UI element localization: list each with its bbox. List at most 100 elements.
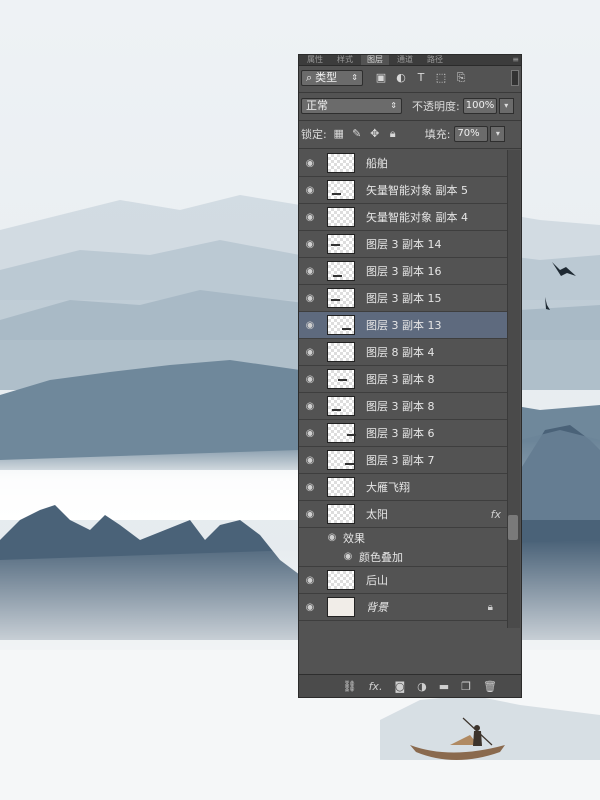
layer-name[interactable]: 矢量智能对象 副本 5: [366, 182, 468, 198]
eye-icon[interactable]: ◉: [299, 455, 321, 466]
eye-icon[interactable]: ◉: [299, 239, 321, 250]
layer-thumbnail: [327, 342, 355, 362]
layer-row[interactable]: ◉ 图层 3 副本 13: [299, 312, 507, 339]
layer-row[interactable]: ◉ 图层 3 副本 14: [299, 231, 507, 258]
layer-row[interactable]: ◉ 图层 3 副本 16: [299, 258, 507, 285]
shape-filter-icon[interactable]: ⬚: [435, 72, 447, 84]
effect-item-row[interactable]: ◉ 颜色叠加: [299, 547, 507, 567]
layer-name[interactable]: 图层 3 副本 8: [366, 371, 435, 387]
smart-object-filter-icon[interactable]: ⎘: [455, 72, 467, 84]
filter-icons: ▣ ◐ T ⬚ ⎘: [375, 72, 467, 84]
layer-row[interactable]: ◉ 大雁飞翔: [299, 474, 507, 501]
opacity-input[interactable]: 100%: [462, 98, 497, 114]
eye-icon[interactable]: ◉: [299, 320, 321, 331]
trash-icon[interactable]: 🗑︎: [483, 680, 497, 693]
filter-toggle[interactable]: [511, 70, 519, 86]
search-icon: ⌕: [306, 71, 313, 84]
layer-name[interactable]: 图层 3 副本 7: [366, 452, 435, 468]
tab-properties[interactable]: 属性: [301, 55, 329, 65]
layer-name[interactable]: 图层 8 副本 4: [366, 344, 435, 360]
eye-icon[interactable]: ◉: [299, 602, 321, 613]
layer-thumbnail: [327, 207, 355, 227]
layer-row[interactable]: ◉ 图层 8 副本 4: [299, 339, 507, 366]
lock-row: 锁定: ▦ ✎ ✥ 🔒︎ 填充: 70% ▾: [301, 123, 519, 145]
layer-name[interactable]: 图层 3 副本 8: [366, 398, 435, 414]
eye-icon[interactable]: ◉: [299, 293, 321, 304]
lock-position-icon[interactable]: ✥: [369, 128, 381, 140]
effects-label: 效果: [343, 531, 365, 545]
layer-row[interactable]: ◉ 矢量智能对象 副本 4: [299, 204, 507, 231]
layer-name[interactable]: 图层 3 副本 15: [366, 290, 442, 306]
color-overlay-label: 颜色叠加: [359, 550, 403, 564]
new-layer-icon[interactable]: ❐: [461, 680, 471, 693]
eye-icon[interactable]: ◉: [299, 482, 321, 493]
layer-row[interactable]: ◉ 后山: [299, 567, 507, 594]
pixel-filter-icon[interactable]: ▣: [375, 72, 387, 84]
layer-thumbnail: [327, 234, 355, 254]
layer-name[interactable]: 图层 3 副本 16: [366, 263, 442, 279]
link-layers-icon[interactable]: ⛓: [343, 680, 357, 693]
adjustment-filter-icon[interactable]: ◐: [395, 72, 407, 84]
layer-row[interactable]: ◉ 太阳 fx: [299, 501, 507, 528]
layer-row[interactable]: ◉ 船舶: [299, 150, 507, 177]
layer-row[interactable]: ◉ 图层 3 副本 15: [299, 285, 507, 312]
eye-icon[interactable]: ◉: [299, 158, 321, 169]
layers-scrollbar[interactable]: [507, 150, 520, 628]
layer-name[interactable]: 图层 3 副本 14: [366, 236, 442, 252]
filter-type-select[interactable]: ⌕ 类型 ⇕: [301, 70, 363, 86]
opacity-dropdown-icon[interactable]: ▾: [498, 98, 514, 114]
layer-name[interactable]: 图层 3 副本 6: [366, 425, 435, 441]
panel-menu-icon[interactable]: ≡: [512, 55, 519, 65]
layer-name[interactable]: 船舶: [366, 155, 388, 171]
adjustment-layer-icon[interactable]: ◑: [417, 680, 427, 693]
eye-icon[interactable]: ◉: [299, 401, 321, 412]
eye-icon[interactable]: ◉: [299, 266, 321, 277]
layers-panel: 属性 样式 图层 通道 路径 ≡ ⌕ 类型 ⇕ ▣ ◐ T ⬚ ⎘ 正常 ⇕ 不…: [298, 54, 522, 698]
eye-icon[interactable]: ◉: [299, 509, 321, 520]
eye-icon[interactable]: ◉: [299, 428, 321, 439]
fill-dropdown-icon[interactable]: ▾: [490, 126, 506, 142]
layer-row[interactable]: ◉ 背景 🔒︎: [299, 594, 507, 621]
eye-icon[interactable]: ◉: [299, 374, 321, 385]
effects-row[interactable]: ◉ 效果: [299, 528, 507, 547]
chevron-down-icon: ⇕: [390, 101, 397, 110]
eye-icon[interactable]: ◉: [299, 575, 321, 586]
layer-name[interactable]: 图层 3 副本 13: [366, 317, 442, 333]
eye-icon[interactable]: ◉: [341, 551, 355, 562]
lock-all-icon[interactable]: 🔒︎: [387, 128, 399, 140]
layer-row[interactable]: ◉ 图层 3 副本 8: [299, 366, 507, 393]
tab-layers[interactable]: 图层: [361, 55, 389, 65]
type-filter-icon[interactable]: T: [415, 72, 427, 84]
layer-name[interactable]: 矢量智能对象 副本 4: [366, 209, 468, 225]
fill-input[interactable]: 70%: [454, 126, 489, 142]
blend-mode-select[interactable]: 正常 ⇕: [301, 98, 402, 114]
tab-channels[interactable]: 通道: [391, 55, 419, 65]
layers-list: ◉ 船舶 ◉ 矢量智能对象 副本 5 ◉ 矢量智能对象 副本 4 ◉ 图层 3 副本 14 ◉ 图…: [299, 150, 507, 621]
layer-thumbnail: [327, 477, 355, 497]
fx-icon[interactable]: fx.: [369, 680, 383, 693]
eye-icon[interactable]: ◉: [299, 185, 321, 196]
layer-row[interactable]: ◉ 图层 3 副本 7: [299, 447, 507, 474]
eye-icon[interactable]: ◉: [299, 212, 321, 223]
layer-name[interactable]: 大雁飞翔: [366, 479, 410, 495]
scrollbar-thumb[interactable]: [508, 515, 518, 540]
fx-icon[interactable]: fx: [491, 508, 501, 521]
eye-icon[interactable]: ◉: [325, 532, 339, 543]
tab-paths[interactable]: 路径: [421, 55, 449, 65]
layer-row[interactable]: ◉ 图层 3 副本 6: [299, 420, 507, 447]
filter-type-label: 类型: [315, 71, 338, 84]
layer-thumbnail: [327, 570, 355, 590]
layer-thumbnail: [327, 153, 355, 173]
tab-styles[interactable]: 样式: [331, 55, 359, 65]
panel-tabs: 属性 样式 图层 通道 路径 ≡: [299, 55, 521, 66]
eye-icon[interactable]: ◉: [299, 347, 321, 358]
layer-row[interactable]: ◉ 矢量智能对象 副本 5: [299, 177, 507, 204]
layer-name[interactable]: 后山: [366, 572, 388, 588]
new-group-icon[interactable]: ▬: [439, 680, 449, 693]
layer-name[interactable]: 太阳: [366, 506, 388, 522]
layer-name[interactable]: 背景: [366, 599, 388, 615]
add-mask-icon[interactable]: ◙: [394, 680, 405, 693]
lock-image-icon[interactable]: ✎: [351, 128, 363, 140]
lock-transparent-icon[interactable]: ▦: [333, 128, 345, 140]
layer-row[interactable]: ◉ 图层 3 副本 8: [299, 393, 507, 420]
